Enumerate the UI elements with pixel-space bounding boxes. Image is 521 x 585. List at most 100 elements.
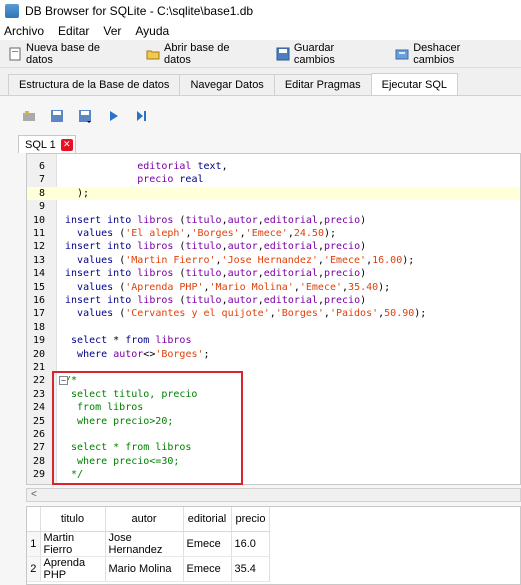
menu-editar[interactable]: Editar xyxy=(58,24,89,38)
tab-sql-1[interactable]: SQL 1 ✕ xyxy=(18,135,76,153)
execute-all-icon[interactable] xyxy=(106,109,120,123)
line-number: 18 xyxy=(32,321,45,333)
window-title: DB Browser for SQLite - C:\sqlite\base1.… xyxy=(25,4,254,18)
save-changes-button[interactable]: Guardar cambios xyxy=(276,42,373,66)
cell-titulo[interactable]: Martin Fierro xyxy=(40,531,106,557)
line-number: 19 xyxy=(32,335,45,347)
new-database-icon xyxy=(8,47,22,61)
cell-autor[interactable]: Mario Molina xyxy=(105,556,184,582)
new-database-button[interactable]: Nueva base de datos xyxy=(8,42,124,66)
results-table: titulo autor editorial precio 1 Martin F… xyxy=(27,507,271,582)
line-number: 28 xyxy=(32,455,45,467)
code-text: editorial text, xyxy=(137,161,228,172)
code-line[interactable]: 7 precio real xyxy=(27,173,520,186)
column-header-autor[interactable]: autor xyxy=(105,507,184,532)
code-line[interactable]: 17 values ('Cervantes y el quijote','Bor… xyxy=(27,307,520,320)
main-tabs: Estructura de la Base de datos Navegar D… xyxy=(0,73,521,96)
cell-precio[interactable]: 35.4 xyxy=(231,556,271,582)
menu-ver[interactable]: Ver xyxy=(103,24,121,38)
menu-ayuda[interactable]: Ayuda xyxy=(135,24,169,38)
cell-editorial[interactable]: Emece xyxy=(183,531,232,557)
code-line[interactable]: 27 select * from libros xyxy=(27,441,520,454)
code-text: insert into libros (titulo,autor,editori… xyxy=(65,295,367,306)
code-line[interactable]: 13 values ('Martin Fierro','Jose Hernand… xyxy=(27,254,520,267)
code-line[interactable]: 22/* − xyxy=(27,374,520,387)
open-database-icon xyxy=(146,47,160,61)
editor-horizontal-scrollbar[interactable]: < xyxy=(26,488,521,502)
code-line[interactable]: 11 values ('El aleph','Borges','Emece',2… xyxy=(27,227,520,240)
code-line[interactable]: 19 select * from libros xyxy=(27,334,520,347)
tab-navegar[interactable]: Navegar Datos xyxy=(179,74,275,95)
cell-precio[interactable]: 16.0 xyxy=(231,531,271,557)
open-sql-file-icon[interactable] xyxy=(50,109,64,123)
tab-pragmas[interactable]: Editar Pragmas xyxy=(273,74,372,95)
code-line[interactable]: 18 xyxy=(27,321,520,334)
line-number: 22 xyxy=(32,375,45,387)
code-text: select titulo, precio xyxy=(65,388,198,400)
sql-editor[interactable]: 6 editorial text, 7 precio real 8 ); 9 10 ins… xyxy=(26,153,521,485)
menu-archivo[interactable]: Archivo xyxy=(4,24,44,38)
code-line[interactable]: 21 xyxy=(27,361,520,374)
code-line[interactable]: 29 */ xyxy=(27,468,520,481)
column-header-precio[interactable]: precio xyxy=(231,507,271,532)
results-grid: titulo autor editorial precio 1 Martin F… xyxy=(26,506,521,585)
undo-changes-button[interactable]: Deshacer cambios xyxy=(395,42,499,66)
tab-ejecutar-sql[interactable]: Ejecutar SQL xyxy=(370,73,459,95)
line-number: 15 xyxy=(32,281,45,293)
table-row[interactable]: 2 Aprenda PHP Mario Molina Emece 35.4 xyxy=(27,556,271,582)
execute-line-icon[interactable] xyxy=(134,109,148,123)
cell-autor[interactable]: Jose Hernandez xyxy=(105,531,184,557)
open-database-button[interactable]: Abrir base de datos xyxy=(146,42,254,66)
code-line[interactable]: 28 where precio<=30; xyxy=(27,455,520,468)
code-text: select * from libros xyxy=(71,335,192,347)
code-text: values ('El aleph','Borges','Emece',24.5… xyxy=(77,228,337,239)
code-text: from libros xyxy=(65,402,144,414)
menu-bar: Archivo Editar Ver Ayuda xyxy=(0,22,521,40)
code-line[interactable]: 23 select titulo, precio xyxy=(27,388,520,401)
code-line[interactable]: 20 where autor<>'Borges'; xyxy=(27,348,520,361)
code-line[interactable]: 10 insert into libros (titulo,autor,edito… xyxy=(27,214,520,227)
line-number: 26 xyxy=(32,429,45,440)
tab-estructura[interactable]: Estructura de la Base de datos xyxy=(8,74,181,95)
open-database-label: Abrir base de datos xyxy=(164,41,230,66)
line-number: 23 xyxy=(32,388,45,400)
title-bar: DB Browser for SQLite - C:\sqlite\base1.… xyxy=(0,0,521,22)
code-line[interactable]: 14 insert into libros (titulo,autor,edito… xyxy=(27,267,520,280)
code-line[interactable]: 8 ); xyxy=(27,186,520,200)
line-number: 25 xyxy=(32,415,45,427)
main-toolbar: Nueva base de datos Abrir base de datos … xyxy=(0,40,521,68)
column-header-titulo[interactable]: titulo xyxy=(40,507,106,532)
line-number: 10 xyxy=(32,214,45,226)
column-header-editorial[interactable]: editorial xyxy=(183,507,232,532)
line-number: 21 xyxy=(32,362,45,373)
line-number: 6 xyxy=(38,161,45,172)
code-text: insert into libros (titulo,autor,editori… xyxy=(65,214,367,226)
cell-editorial[interactable]: Emece xyxy=(183,556,232,582)
code-line[interactable]: 12 insert into libros (titulo,autor,edito… xyxy=(27,240,520,253)
code-line[interactable]: 15 values ('Aprenda PHP','Mario Molina',… xyxy=(27,281,520,294)
code-line[interactable]: 6 editorial text, xyxy=(27,160,520,173)
scroll-left-icon[interactable]: < xyxy=(31,489,37,500)
code-line[interactable]: 9 xyxy=(27,200,520,213)
save-changes-label: Guardar cambios xyxy=(293,41,335,66)
code-text: where precio<=30; xyxy=(65,455,180,467)
fold-toggle-icon[interactable]: − xyxy=(59,376,68,386)
line-number: 7 xyxy=(38,174,45,186)
code-line[interactable]: 16 insert into libros (titulo,autor,edito… xyxy=(27,294,520,307)
code-text: where precio>20; xyxy=(65,415,174,427)
code-text: precio real xyxy=(137,174,204,186)
code-line[interactable]: 24 from libros xyxy=(27,401,520,414)
row-number[interactable]: 2 xyxy=(27,556,41,582)
row-number[interactable]: 1 xyxy=(27,531,41,557)
code-line[interactable]: 26 xyxy=(27,428,520,441)
open-tab-icon[interactable] xyxy=(22,109,36,123)
line-number: 9 xyxy=(38,201,45,213)
cell-titulo[interactable]: Aprenda PHP xyxy=(40,556,106,582)
line-number: 29 xyxy=(32,469,45,481)
save-sql-file-icon[interactable] xyxy=(78,109,92,123)
code-line[interactable]: 25 where precio>20; xyxy=(27,415,520,428)
app-icon xyxy=(5,4,19,18)
sql-toolbar xyxy=(22,106,162,126)
close-icon[interactable]: ✕ xyxy=(60,138,73,151)
table-row[interactable]: 1 Martin Fierro Jose Hernandez Emece 16.… xyxy=(27,531,271,557)
